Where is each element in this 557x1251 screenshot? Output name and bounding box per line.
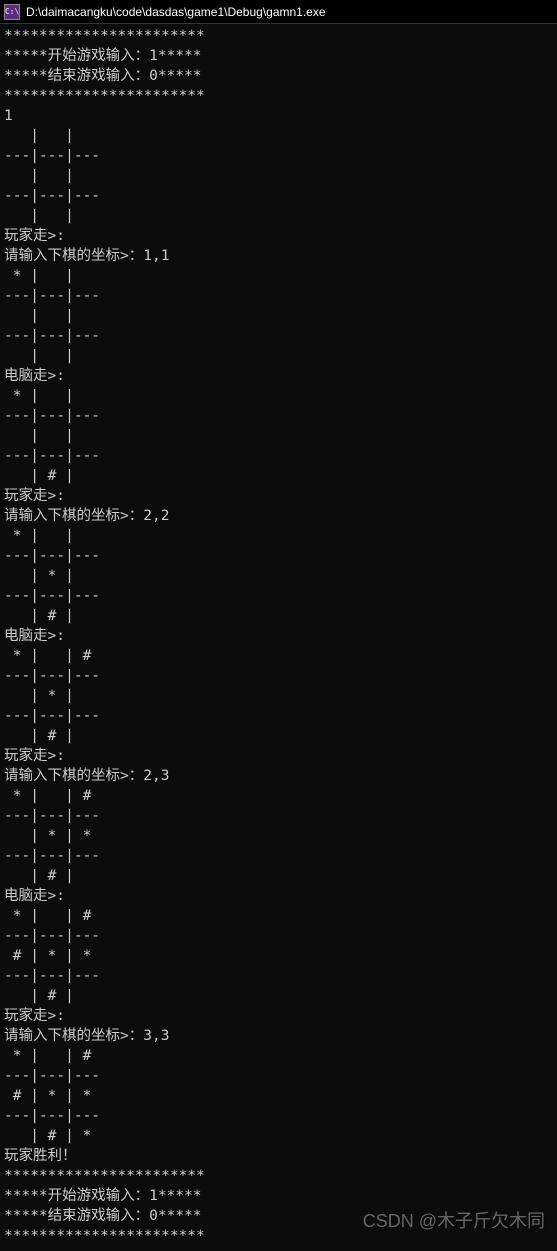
app-icon: C:\ (4, 4, 20, 20)
console-output[interactable]: *********************** *****开始游戏输入：1***… (0, 24, 557, 1248)
window-title-text: D:\daimacangku\code\dasdas\game1\Debug\g… (26, 5, 326, 19)
watermark-text: CSDN @木子斤欠木同 (363, 1207, 545, 1233)
window-title-bar: C:\ D:\daimacangku\code\dasdas\game1\Deb… (0, 0, 557, 24)
